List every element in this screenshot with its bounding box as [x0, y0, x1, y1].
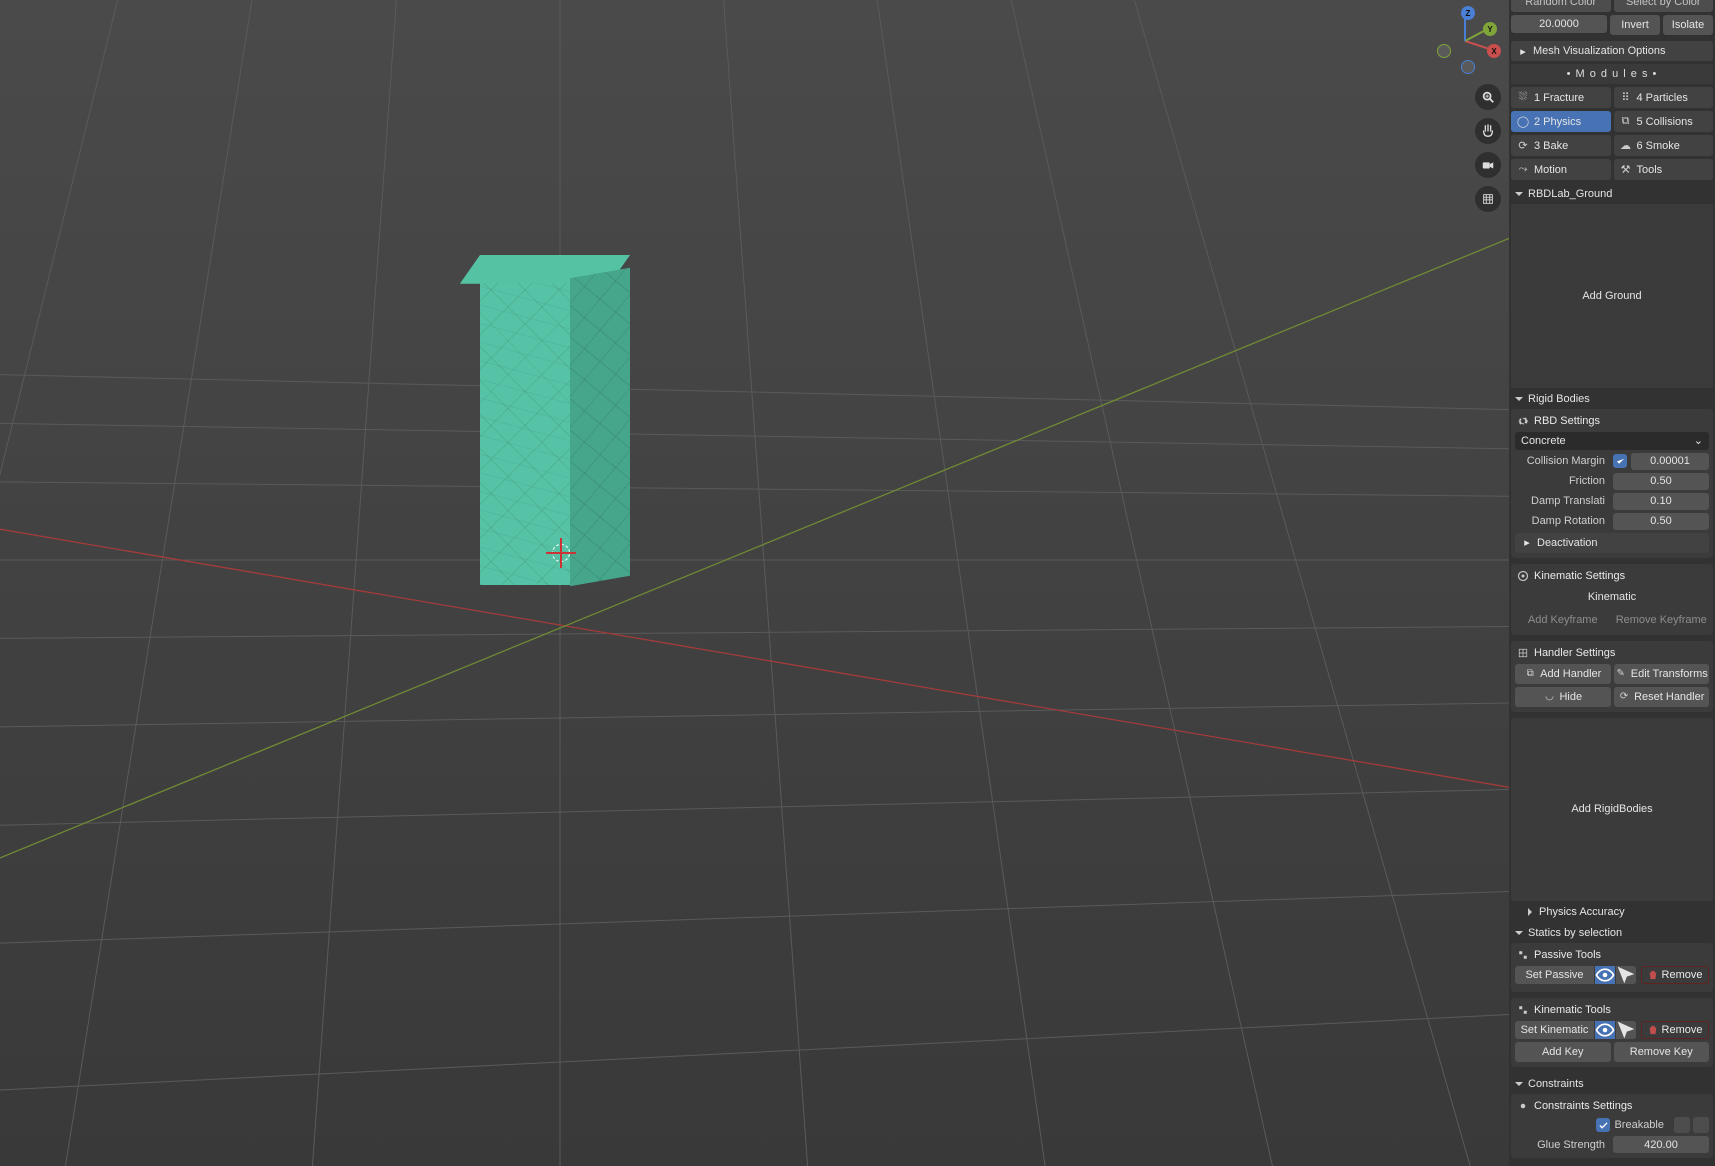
module-tools[interactable]: ⚒Tools — [1614, 159, 1714, 180]
random-color-button[interactable]: Random Color — [1511, 0, 1611, 12]
kin-remove-key-button[interactable]: Remove Key — [1614, 1042, 1710, 1062]
add-handler-button[interactable]: ⧉Add Handler — [1515, 664, 1611, 684]
module-bake[interactable]: ⟳3 Bake — [1511, 135, 1611, 156]
physics-accuracy-header[interactable]: Physics Accuracy — [1511, 901, 1713, 922]
passive-select-icon[interactable] — [1616, 966, 1636, 984]
3d-cursor — [548, 540, 574, 566]
camera-icon[interactable] — [1475, 152, 1501, 178]
module-collisions[interactable]: ⧉5 Collisions — [1614, 111, 1714, 132]
side-panel: Random Color Select by Color 20.0000 Inv… — [1509, 0, 1715, 1166]
viewport-3d[interactable]: X Y Z — [0, 0, 1509, 1166]
add-keyframe-button[interactable]: Add Keyframe — [1515, 610, 1611, 630]
add-ground-button[interactable]: Add Ground — [1511, 204, 1713, 388]
constraint-icon-b[interactable] — [1693, 1117, 1709, 1133]
preset-select[interactable]: Concrete⌄ — [1515, 432, 1709, 450]
glue-strength-field[interactable]: 420.00 — [1613, 1136, 1709, 1153]
constraints-settings-card: Constraints Settings Breakable Glue Stre… — [1511, 1094, 1713, 1158]
rigid-bodies-section-header[interactable]: Rigid Bodies — [1511, 388, 1713, 409]
kinematic-remove-button[interactable]: Remove — [1641, 1021, 1709, 1039]
kinematic-settings-card: Kinematic Settings Kinematic Add Keyfram… — [1511, 564, 1713, 635]
axis-z[interactable]: Z — [1461, 6, 1475, 20]
deactivation-expand[interactable]: ▸Deactivation — [1515, 533, 1709, 553]
module-motion[interactable]: ⤳Motion — [1511, 159, 1611, 180]
kinematic-button[interactable]: Kinematic — [1515, 587, 1709, 607]
module-fracture[interactable]: ⛆1 Fracture — [1511, 87, 1611, 108]
invert-button[interactable]: Invert — [1610, 15, 1660, 35]
passive-tools-card: Passive Tools Set Passive Remove — [1511, 943, 1713, 992]
pan-icon[interactable] — [1475, 118, 1501, 144]
friction-field[interactable]: 0.50 — [1613, 473, 1709, 490]
axis-x[interactable]: X — [1487, 44, 1501, 58]
kinematic-visibility-toggle[interactable] — [1595, 1021, 1615, 1039]
refresh-icon: ⟳ — [1618, 691, 1630, 703]
remove-keyframe-button[interactable]: Remove Keyframe — [1614, 610, 1710, 630]
edit-transforms-button[interactable]: ✎Edit Transforms — [1614, 664, 1710, 684]
kinematic-select-icon[interactable] — [1616, 1021, 1636, 1039]
set-kinematic-button[interactable]: Set Kinematic — [1515, 1021, 1594, 1039]
fractured-object[interactable] — [480, 255, 670, 585]
zoom-icon[interactable] — [1475, 84, 1501, 110]
handler-settings-card: Handler Settings ⧉Add Handler ✎Edit Tran… — [1511, 641, 1713, 712]
rbd-settings-card: RBD Settings Concrete⌄ Collision Margin … — [1511, 409, 1713, 558]
axis-y[interactable]: Y — [1483, 22, 1497, 36]
kinematic-tools-card: Kinematic Tools Set Kinematic Remove Add… — [1511, 998, 1713, 1067]
chevron-down-icon: ⌄ — [1694, 434, 1703, 447]
passive-remove-button[interactable]: Remove — [1641, 966, 1709, 984]
hide-handler-button[interactable]: ◡Hide — [1515, 687, 1611, 707]
eye-off-icon: ◡ — [1543, 691, 1555, 703]
module-physics[interactable]: ◯2 Physics — [1511, 111, 1611, 132]
set-passive-button[interactable]: Set Passive — [1515, 966, 1594, 984]
constraints-section-header[interactable]: Constraints — [1511, 1073, 1713, 1094]
collision-margin-check[interactable] — [1613, 454, 1627, 468]
constraint-icon-a[interactable] — [1674, 1117, 1690, 1133]
kin-add-key-button[interactable]: Add Key — [1515, 1042, 1611, 1062]
probability-field[interactable]: 20.0000 — [1511, 15, 1607, 33]
breakable-check[interactable] — [1596, 1118, 1610, 1132]
damp-translation-field[interactable]: 0.10 — [1613, 493, 1709, 510]
floor-grid — [0, 0, 1509, 1166]
add-rigidbodies-button[interactable]: Add RigidBodies — [1511, 718, 1713, 902]
modules-header: • M o d u l e s • — [1511, 64, 1713, 84]
reset-handler-button[interactable]: ⟳Reset Handler — [1614, 687, 1710, 707]
damp-rotation-field[interactable]: 0.50 — [1613, 513, 1709, 530]
copy-icon: ⧉ — [1524, 668, 1536, 680]
collision-margin-field[interactable]: 0.00001 — [1631, 453, 1709, 470]
passive-visibility-toggle[interactable] — [1595, 966, 1615, 984]
perspective-icon[interactable] — [1475, 186, 1501, 212]
orientation-gizmo[interactable]: X Y Z — [1429, 4, 1501, 76]
mesh-visualization-expand[interactable]: ▸Mesh Visualization Options — [1511, 41, 1713, 61]
select-by-color-button[interactable]: Select by Color — [1614, 0, 1714, 12]
module-particles[interactable]: ⠿4 Particles — [1614, 87, 1714, 108]
ground-section-header[interactable]: RBDLab_Ground — [1511, 183, 1713, 204]
statics-section-header[interactable]: Statics by selection — [1511, 922, 1713, 943]
isolate-button[interactable]: Isolate — [1663, 15, 1713, 35]
module-smoke[interactable]: ☁6 Smoke — [1614, 135, 1714, 156]
pencil-icon: ✎ — [1615, 668, 1627, 680]
